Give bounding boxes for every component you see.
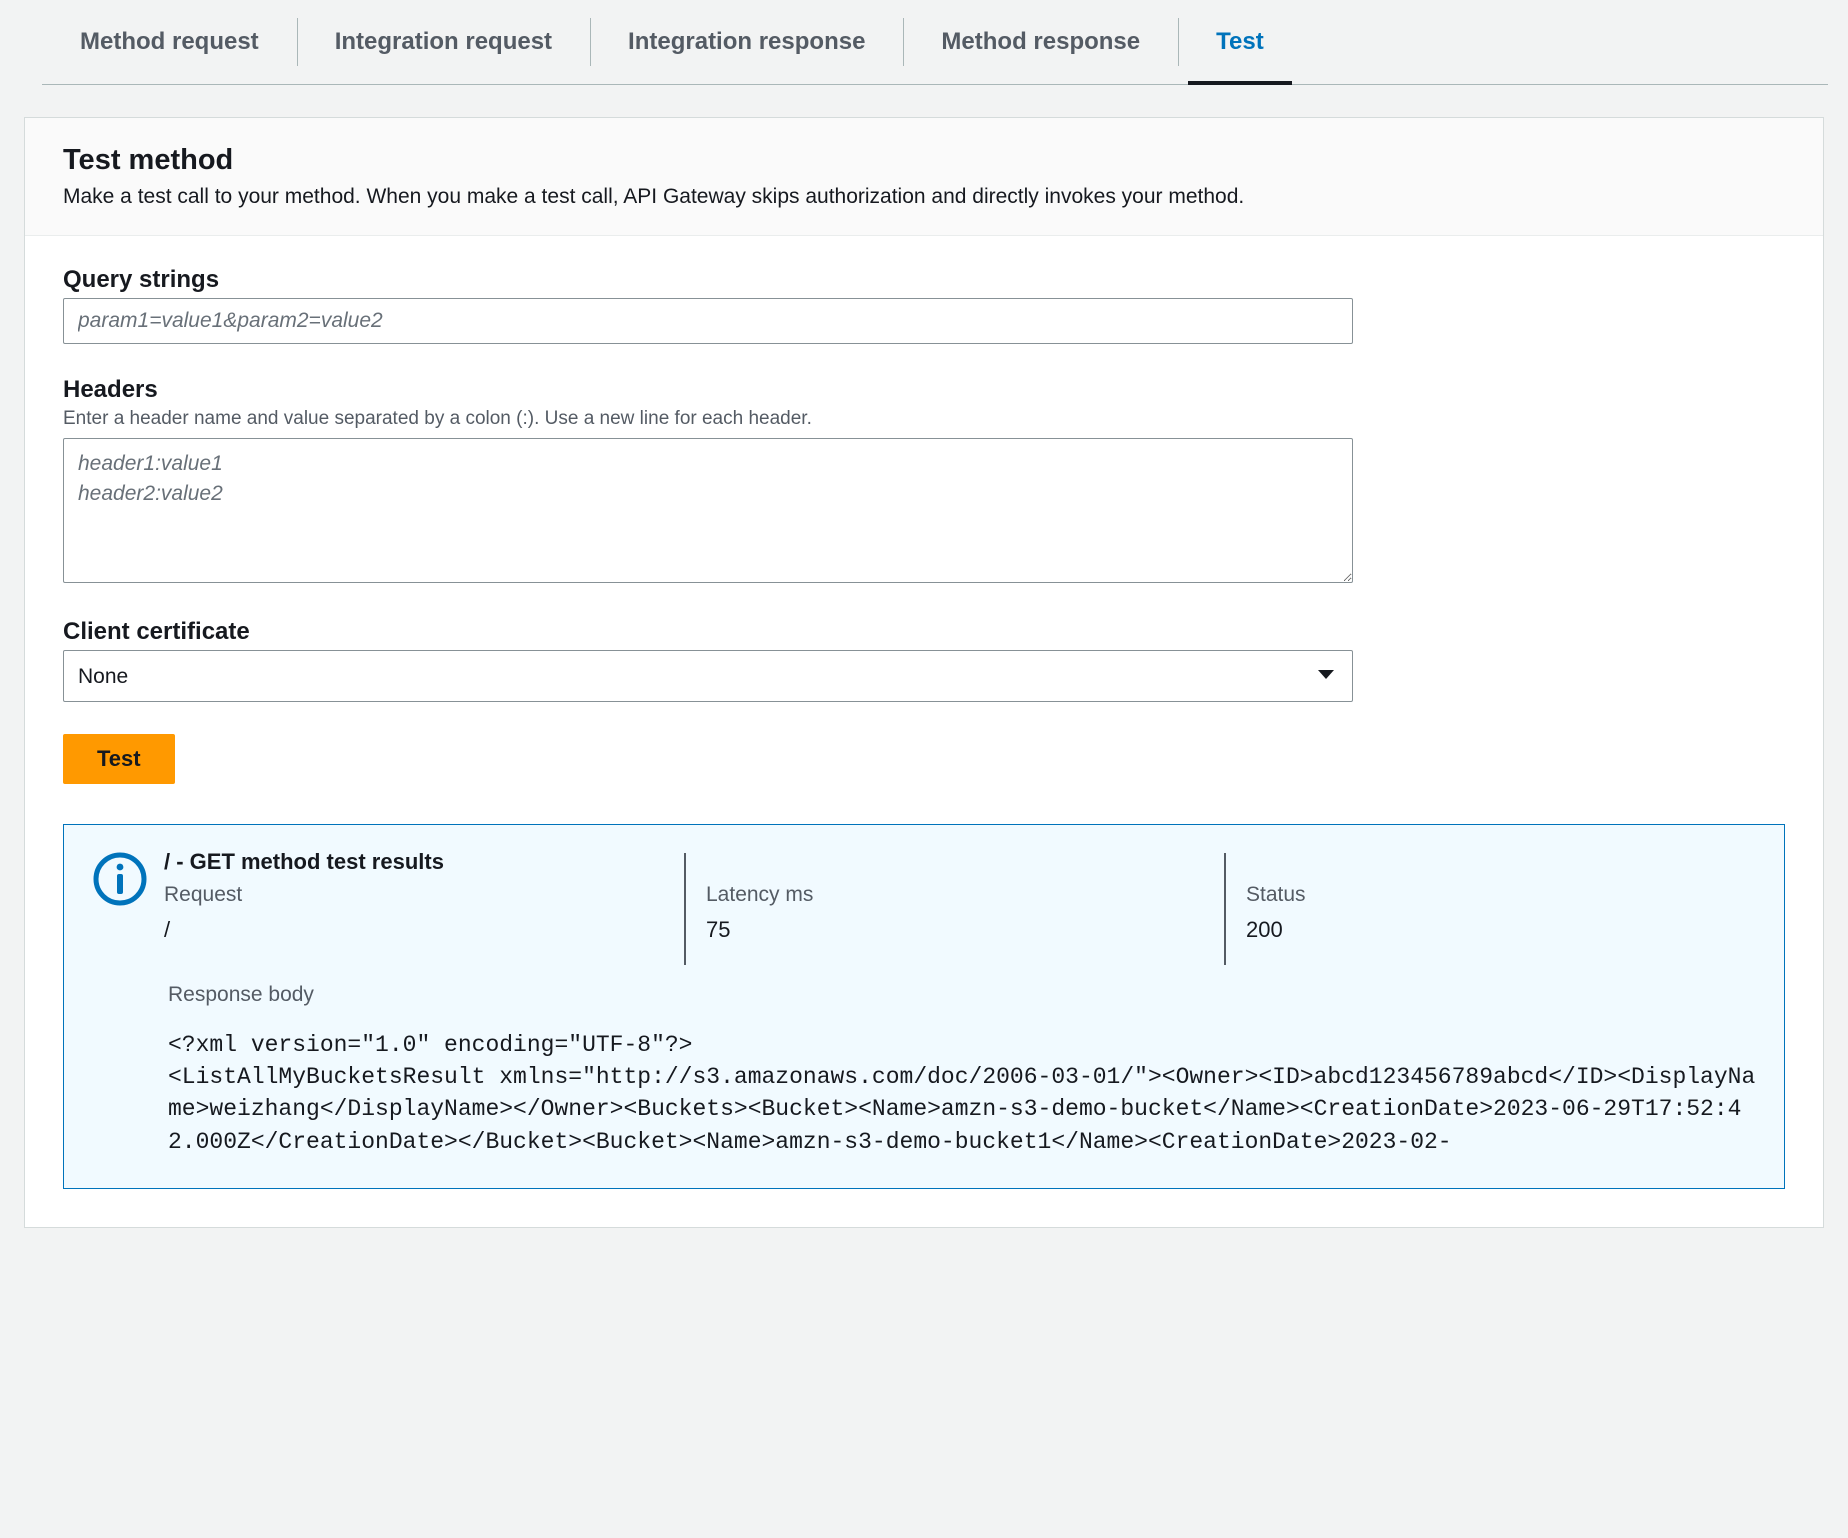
headers-textarea[interactable] (63, 438, 1353, 583)
result-col-latency: Latency ms 75 (684, 883, 1224, 955)
response-body-label: Response body (168, 983, 1756, 1007)
test-method-panel: Test method Make a test call to your met… (24, 117, 1824, 1228)
status-value: 200 (1246, 917, 1696, 943)
latency-label: Latency ms (706, 883, 1164, 907)
field-query-strings: Query strings (63, 266, 1785, 344)
headers-help: Enter a header name and value separated … (63, 408, 1785, 430)
request-label: Request (164, 883, 624, 907)
client-cert-select-wrap: None (63, 650, 1353, 702)
result-title: / - GET method test results (164, 849, 1756, 875)
result-col-request: Request / (164, 883, 684, 955)
tabs: Method request Integration request Integ… (42, 0, 1828, 85)
tab-test[interactable]: Test (1178, 0, 1302, 84)
result-col-status: Status 200 (1224, 883, 1756, 955)
panel-body: Query strings Headers Enter a header nam… (25, 236, 1823, 1227)
tab-integration-response[interactable]: Integration response (590, 0, 903, 84)
client-cert-select[interactable]: None (63, 650, 1353, 702)
tab-method-response[interactable]: Method response (903, 0, 1178, 84)
response-body-section: Response body <?xml version="1.0" encodi… (168, 983, 1756, 1158)
latency-value: 75 (706, 917, 1164, 943)
result-box: / - GET method test results Request / La… (63, 824, 1785, 1189)
request-value: / (164, 917, 624, 943)
tab-integration-request[interactable]: Integration request (297, 0, 590, 84)
tab-method-request[interactable]: Method request (42, 0, 297, 84)
panel-description: Make a test call to your method. When yo… (63, 185, 1785, 209)
headers-label: Headers (63, 376, 1785, 404)
response-body-value: <?xml version="1.0" encoding="UTF-8"?> <… (168, 1029, 1756, 1158)
info-icon (92, 851, 148, 910)
status-label: Status (1246, 883, 1696, 907)
client-cert-label: Client certificate (63, 618, 1785, 646)
result-summary: Request / Latency ms 75 Status 200 (164, 883, 1756, 955)
panel-header: Test method Make a test call to your met… (25, 118, 1823, 236)
query-strings-input[interactable] (63, 298, 1353, 344)
field-headers: Headers Enter a header name and value se… (63, 376, 1785, 586)
field-client-certificate: Client certificate None (63, 618, 1785, 702)
test-button[interactable]: Test (63, 734, 175, 784)
panel-title: Test method (63, 144, 1785, 177)
query-strings-label: Query strings (63, 266, 1785, 294)
